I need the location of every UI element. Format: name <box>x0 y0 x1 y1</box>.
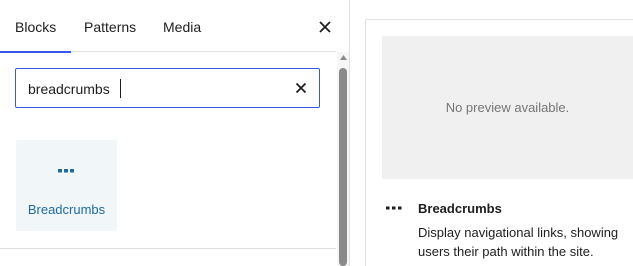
tab-media[interactable]: Media <box>147 0 217 52</box>
tab-blocks[interactable]: Blocks <box>0 0 72 53</box>
divider <box>0 248 336 249</box>
preview-area: No preview available. <box>382 36 633 179</box>
block-inserter-screen: Blocks Patterns Media Breadc <box>0 0 633 266</box>
close-icon <box>295 82 307 94</box>
block-info-description: Display navigational links, showing user… <box>418 225 619 259</box>
scroll-up-arrow-icon[interactable] <box>340 55 347 60</box>
close-icon <box>319 21 331 33</box>
block-item-breadcrumbs[interactable]: Breadcrumbs <box>16 140 117 231</box>
clear-search-button[interactable] <box>291 78 311 98</box>
inserter-panel: Blocks Patterns Media Breadc <box>0 0 350 266</box>
block-info-title: Breadcrumbs <box>418 201 502 216</box>
close-inserter-button[interactable] <box>312 14 338 40</box>
breadcrumbs-icon <box>58 169 74 173</box>
search-input[interactable] <box>28 78 278 100</box>
inserter-tabs: Blocks Patterns Media <box>0 0 336 53</box>
tab-patterns[interactable]: Patterns <box>68 0 152 52</box>
text-caret <box>120 79 121 98</box>
preview-empty-text: No preview available. <box>445 100 570 115</box>
breadcrumbs-icon <box>386 206 402 210</box>
scrollbar-thumb[interactable] <box>339 68 347 266</box>
block-item-label: Breadcrumbs <box>27 202 106 217</box>
block-search <box>15 68 320 108</box>
